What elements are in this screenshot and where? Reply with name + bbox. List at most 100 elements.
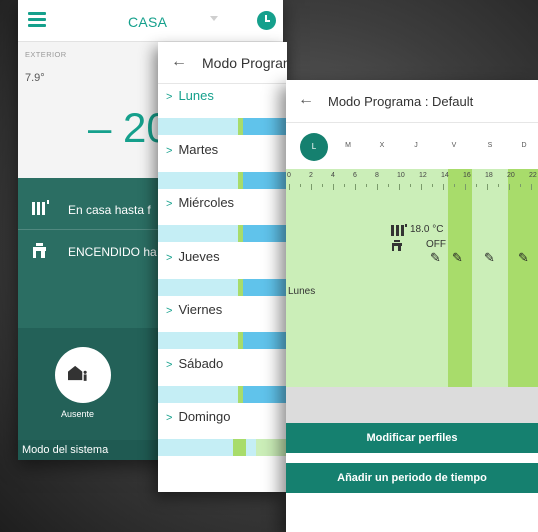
weekday-m[interactable]: M bbox=[338, 142, 358, 149]
weekday-s[interactable]: S bbox=[480, 142, 500, 149]
hour-tick bbox=[487, 184, 488, 190]
hour-tick bbox=[333, 184, 334, 190]
hour-tick bbox=[421, 184, 422, 190]
day-row[interactable]: > Viernes bbox=[158, 302, 287, 356]
schedule-segment bbox=[158, 225, 238, 242]
chevron-right-icon: > bbox=[166, 358, 173, 371]
schedule-segment bbox=[158, 171, 238, 189]
schedule-segment bbox=[243, 332, 287, 349]
day-schedule-bar bbox=[158, 171, 287, 189]
hour-tick bbox=[355, 184, 356, 190]
hour-tick bbox=[520, 184, 521, 187]
day-row[interactable]: > Sábado bbox=[158, 356, 287, 410]
radiator-icon bbox=[32, 200, 50, 220]
hour-tick bbox=[498, 184, 499, 187]
hour-tick bbox=[531, 184, 532, 190]
day-row[interactable]: > Lunes bbox=[158, 88, 287, 142]
home-title[interactable]: CASA bbox=[128, 14, 167, 30]
pencil-icon[interactable]: ✎ bbox=[484, 250, 495, 266]
day-name: Domingo bbox=[178, 409, 231, 424]
day-row[interactable]: > Martes bbox=[158, 142, 287, 196]
day-label: > Domingo bbox=[166, 409, 230, 424]
hour-axis: 0 2 4 6 8 10 12 14 16 18 20 22 bbox=[286, 169, 538, 193]
hour-label: 12 bbox=[419, 172, 427, 179]
hamburger-icon[interactable] bbox=[28, 12, 46, 27]
day-list: > Lunes > Martes > Miércoles > Jueves > Viernes > S… bbox=[158, 88, 287, 463]
hour-tick bbox=[509, 184, 510, 190]
bottom-area bbox=[286, 493, 538, 532]
heating-status-text: En casa hasta f bbox=[68, 203, 151, 217]
hour-label: 6 bbox=[353, 172, 357, 179]
dhw-state: OFF bbox=[426, 239, 446, 250]
pencil-icon[interactable]: ✎ bbox=[430, 250, 441, 266]
schedule-segment bbox=[158, 385, 238, 403]
weekday-j[interactable]: J bbox=[406, 142, 426, 149]
away-button[interactable] bbox=[55, 347, 111, 403]
day-label: > Jueves bbox=[166, 249, 220, 264]
spacer bbox=[286, 387, 538, 423]
hour-tick bbox=[311, 184, 312, 190]
day-timeline[interactable]: 0 2 4 6 8 10 12 14 16 18 20 22 18.0 °C OFF ✎ ✎ ✎ ✎ … bbox=[286, 169, 538, 387]
hour-label: 4 bbox=[331, 172, 335, 179]
day-label: > Viernes bbox=[166, 302, 222, 317]
pencil-icon[interactable]: ✎ bbox=[452, 250, 463, 266]
tap-icon bbox=[32, 242, 50, 264]
chevron-down-icon[interactable] bbox=[210, 16, 218, 21]
schedule-segment bbox=[158, 439, 233, 456]
schedule-segment bbox=[158, 332, 238, 349]
timeline-day-label: Lunes bbox=[288, 286, 316, 297]
chevron-right-icon: > bbox=[166, 144, 173, 157]
weekday-v[interactable]: V bbox=[444, 142, 464, 149]
day-name: Viernes bbox=[178, 302, 223, 317]
away-label: Ausente bbox=[61, 409, 95, 419]
back-arrow-icon[interactable]: ← bbox=[171, 53, 187, 71]
hour-tick bbox=[322, 184, 323, 187]
spacer bbox=[286, 453, 538, 463]
hour-label: 22 bbox=[529, 172, 537, 179]
day-program-screen: ← Modo Programa : Default L M X J V S D 0 2 4 6 8 1… bbox=[286, 80, 538, 532]
day-schedule-bar bbox=[158, 225, 287, 242]
week-topbar: ← Modo Programa : Progra... ✓ bbox=[158, 42, 287, 84]
hour-tick bbox=[410, 184, 411, 187]
chevron-right-icon: > bbox=[166, 305, 173, 317]
day-schedule-bar bbox=[158, 118, 287, 135]
clock-icon[interactable] bbox=[257, 11, 276, 30]
comfort-period-band[interactable] bbox=[508, 169, 538, 387]
comfort-period-band[interactable] bbox=[448, 169, 472, 387]
weekday-x[interactable]: X bbox=[372, 142, 392, 149]
weekday-l[interactable]: L bbox=[300, 133, 328, 161]
pencil-icon[interactable]: ✎ bbox=[518, 250, 529, 266]
chevron-right-icon: > bbox=[166, 251, 173, 264]
day-name: Lunes bbox=[178, 88, 214, 103]
hour-tick bbox=[300, 184, 301, 187]
week-title: Modo Programa : Progra... bbox=[202, 55, 287, 71]
away-house-icon bbox=[68, 365, 87, 381]
hour-label: 16 bbox=[463, 172, 471, 179]
day-row[interactable]: > Miércoles bbox=[158, 195, 287, 249]
schedule-segment bbox=[158, 278, 238, 296]
hour-tick bbox=[377, 184, 378, 190]
hour-tick bbox=[388, 184, 389, 187]
week-program-screen: ← Modo Programa : Progra... ✓ > Lunes > Mar… bbox=[158, 42, 287, 492]
day-schedule-bar bbox=[158, 439, 287, 456]
schedule-segment bbox=[243, 278, 287, 296]
day-row[interactable]: > Domingo bbox=[158, 409, 287, 463]
exterior-label: EXTERIOR bbox=[25, 50, 67, 59]
edit-profiles-button[interactable]: Modificar perfiles bbox=[286, 423, 538, 453]
day-label: > Martes bbox=[166, 142, 218, 157]
detail-title: Modo Programa : Default bbox=[328, 94, 474, 109]
schedule-segment bbox=[243, 118, 287, 135]
day-row[interactable]: > Jueves bbox=[158, 249, 287, 303]
add-time-period-button[interactable]: Añadir un periodo de tiempo bbox=[286, 463, 538, 493]
schedule-segment bbox=[243, 385, 287, 403]
weekday-selector: LMXJVSD bbox=[286, 123, 538, 169]
hour-tick bbox=[366, 184, 367, 187]
day-label: > Lunes bbox=[166, 88, 214, 103]
hour-tick bbox=[454, 184, 455, 187]
chevron-right-icon: > bbox=[166, 198, 173, 210]
weekday-d[interactable]: D bbox=[514, 142, 534, 149]
schedule-segment bbox=[245, 439, 257, 456]
hour-tick bbox=[432, 184, 433, 187]
day-label: > Miércoles bbox=[166, 195, 234, 210]
back-arrow-icon[interactable]: ← bbox=[298, 91, 314, 109]
